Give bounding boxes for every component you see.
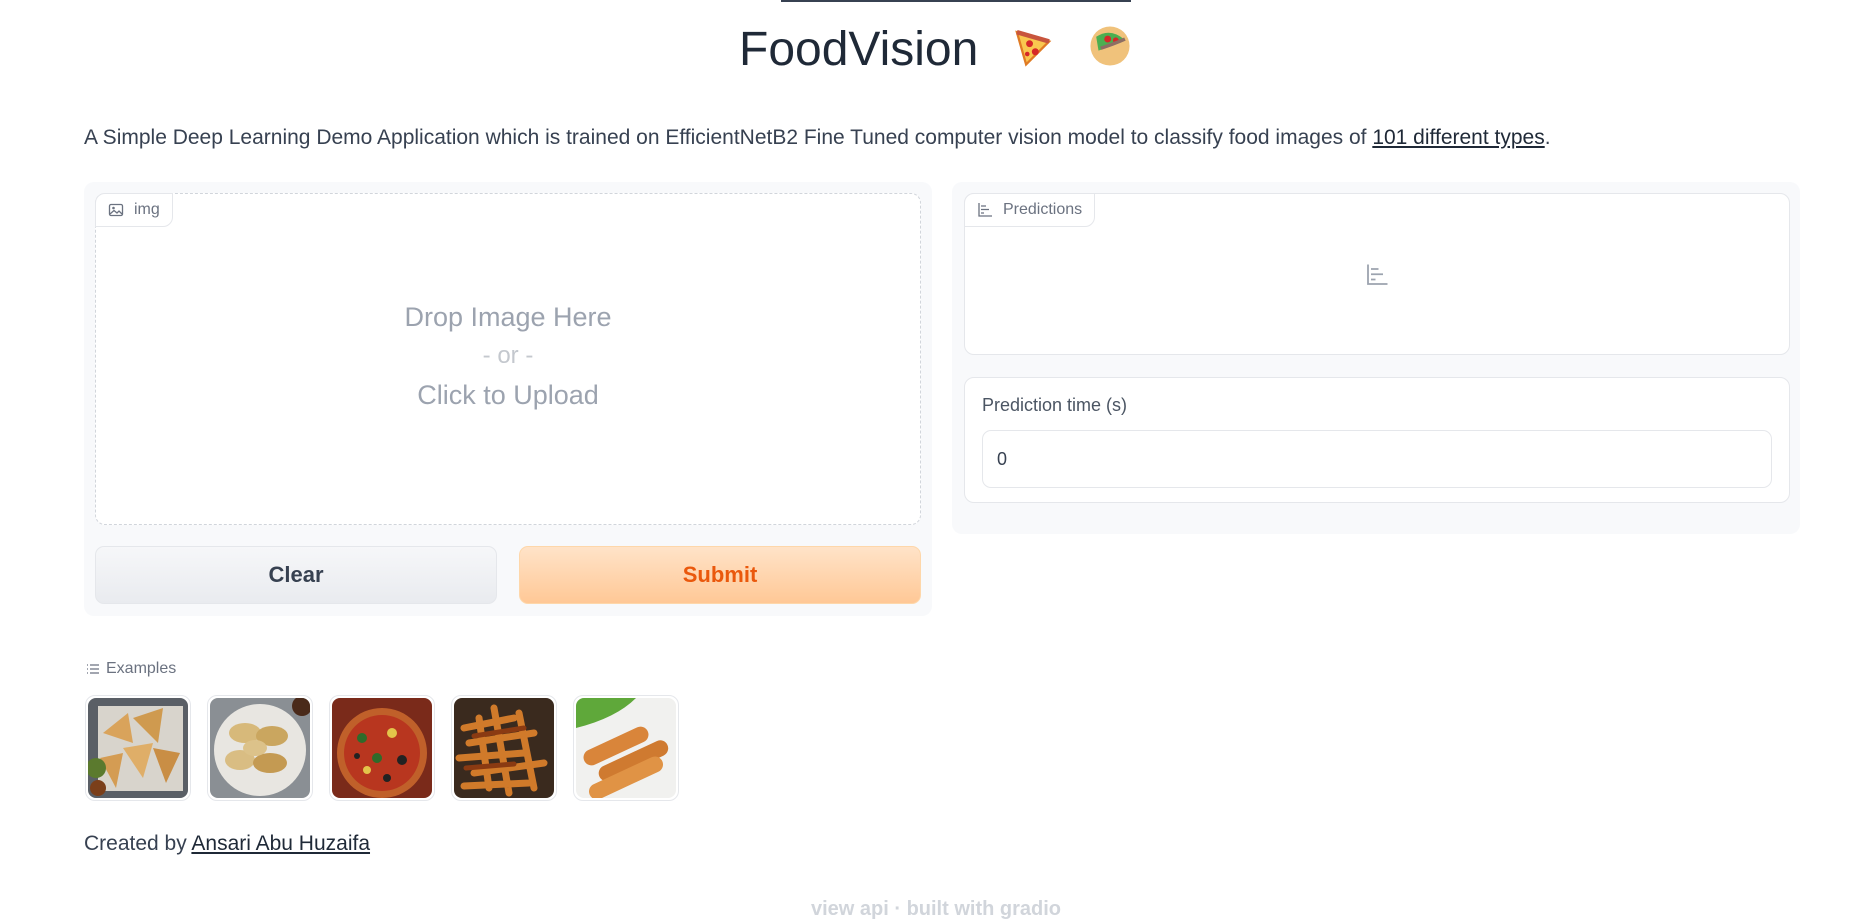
predictions-box: Predictions <box>964 193 1790 355</box>
app-description: A Simple Deep Learning Demo Application … <box>84 126 1551 150</box>
bar-chart-icon <box>978 203 992 217</box>
image-input-label: img <box>95 193 173 227</box>
footer-links[interactable]: view api · built with gradio <box>0 898 1872 921</box>
prediction-time-box: Prediction time (s) 0 <box>964 377 1790 503</box>
example-fries[interactable] <box>451 695 557 801</box>
page-title: FoodVision <box>0 22 1872 78</box>
prediction-time-label: Prediction time (s) <box>982 395 1128 415</box>
pizza-thumbnail <box>332 698 432 798</box>
example-pizza[interactable] <box>329 695 435 801</box>
prediction-time-field[interactable]: 0 <box>982 430 1772 488</box>
or-text: - or - <box>482 342 534 369</box>
clear-button[interactable]: Clear <box>95 546 497 604</box>
classes-link[interactable]: 101 different types <box>1372 126 1544 149</box>
drop-image-text: Drop Image Here <box>404 302 612 332</box>
spring-rolls-thumbnail <box>576 698 676 798</box>
image-input-label-text: img <box>134 201 160 218</box>
credit-prefix: Created by <box>84 832 192 855</box>
predictions-label-text: Predictions <box>1003 201 1083 218</box>
description-text: A Simple Deep Learning Demo Application … <box>84 126 1373 149</box>
empty-chart-icon <box>1367 264 1388 285</box>
example-samosa[interactable] <box>85 695 191 801</box>
submit-button[interactable]: Submit <box>519 546 921 604</box>
image-upload-area[interactable]: img Drop Image Here - or - Click to Uplo… <box>95 193 921 525</box>
example-spring-rolls[interactable] <box>573 695 679 801</box>
predictions-label: Predictions <box>964 193 1096 227</box>
fries-thumbnail <box>454 698 554 798</box>
dumplings-thumbnail <box>210 698 310 798</box>
example-dumplings[interactable] <box>207 695 313 801</box>
samosa-thumbnail <box>88 698 188 798</box>
page-title-text: FoodVision <box>739 23 979 76</box>
output-panel: Predictions Prediction time (s) 0 <box>952 182 1800 534</box>
image-icon <box>108 203 124 217</box>
credit-line: Created by Ansari Abu Huzaifa <box>84 832 370 856</box>
description-suffix: . <box>1544 126 1551 149</box>
pizza-icon <box>1014 29 1051 67</box>
examples-label-text: Examples <box>106 660 177 677</box>
top-divider <box>781 0 1131 2</box>
author-link[interactable]: Ansari Abu Huzaifa <box>191 832 370 855</box>
click-upload-text: Click to Upload <box>417 380 599 410</box>
input-panel: img Drop Image Here - or - Click to Uplo… <box>84 182 932 616</box>
examples-label: Examples <box>86 660 176 678</box>
list-icon <box>87 664 99 674</box>
taco-icon <box>1090 26 1130 66</box>
